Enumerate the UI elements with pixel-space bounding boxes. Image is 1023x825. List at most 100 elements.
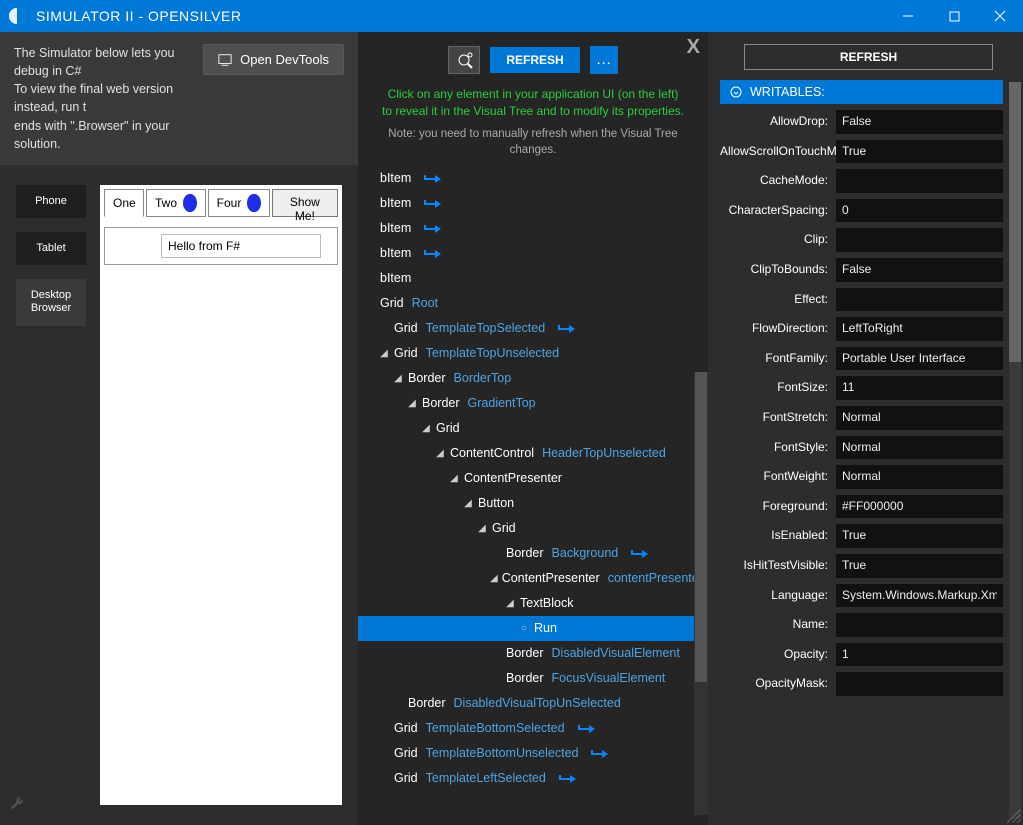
property-value[interactable] [836, 110, 1003, 134]
tree-node[interactable]: BorderDisabledVisualTopUnSelected [358, 691, 708, 716]
tree-node[interactable]: bItem [358, 266, 708, 291]
property-label: Name: [720, 613, 836, 631]
writables-header[interactable]: WRITABLES: [720, 80, 1003, 104]
tree-node[interactable]: bItem [358, 241, 708, 266]
more-options-button[interactable]: … [590, 46, 618, 74]
expand-icon[interactable]: ◢ [406, 398, 418, 409]
property-value[interactable] [836, 376, 1003, 400]
property-row: Foreground: [720, 495, 1003, 519]
tree-node[interactable]: ◢ContentControlHeaderTopUnselected [358, 441, 708, 466]
property-value[interactable] [836, 228, 1003, 252]
property-label: Clip: [720, 228, 836, 246]
property-row: CharacterSpacing: [720, 199, 1003, 223]
tree-node[interactable]: GridTemplateBottomSelected [358, 716, 708, 741]
property-value[interactable] [836, 406, 1003, 430]
flow-icon [423, 221, 445, 235]
writables-label: WRITABLES: [750, 85, 825, 99]
device-phone-button[interactable]: Phone [16, 185, 86, 218]
property-value[interactable] [836, 288, 1003, 312]
wrench-icon[interactable] [10, 794, 28, 812]
expand-icon[interactable]: ◢ [490, 573, 498, 584]
tree-node[interactable]: GridRoot [358, 291, 708, 316]
property-value[interactable] [836, 258, 1003, 282]
flow-icon [630, 546, 652, 560]
tree-node[interactable]: GridTemplateTopSelected [358, 316, 708, 341]
node-type: Border [422, 396, 460, 410]
property-value[interactable] [836, 643, 1003, 667]
property-value[interactable] [836, 584, 1003, 608]
tree-node[interactable]: ◢ContentPresenter [358, 466, 708, 491]
property-value[interactable] [836, 199, 1003, 223]
property-value[interactable] [836, 613, 1003, 637]
property-value[interactable] [836, 465, 1003, 489]
property-value[interactable] [836, 524, 1003, 548]
expand-icon[interactable]: ◢ [420, 423, 432, 434]
simulator-canvas[interactable]: One Two Four Show Me! Hello from F# [100, 185, 342, 805]
property-value[interactable] [836, 672, 1003, 696]
tree-node[interactable]: ○Run [358, 616, 708, 641]
tree-node[interactable]: bItem [358, 166, 708, 191]
props-scroll-thumb[interactable] [1009, 82, 1021, 362]
property-value[interactable] [836, 140, 1003, 164]
minimize-button[interactable] [885, 0, 931, 32]
visual-tree-panel: X REFRESH … Click on any element in your… [358, 32, 708, 825]
tree-node[interactable]: bItem [358, 191, 708, 216]
property-value[interactable] [836, 317, 1003, 341]
property-row: FontWeight: [720, 465, 1003, 489]
property-value[interactable] [836, 554, 1003, 578]
tree-node[interactable]: ◢Button [358, 491, 708, 516]
expand-icon[interactable]: ◢ [504, 598, 516, 609]
property-row: OpacityMask: [720, 672, 1003, 696]
visual-tree[interactable]: bItembItembItembItembItemGridRootGridTem… [358, 166, 708, 825]
resize-grip-icon[interactable] [1007, 809, 1021, 823]
tab-two[interactable]: Two [146, 189, 206, 217]
refresh-tree-button[interactable]: REFRESH [490, 47, 579, 73]
refresh-props-button[interactable]: REFRESH [744, 44, 993, 70]
tree-node[interactable]: ◢TextBlock [358, 591, 708, 616]
expand-icon[interactable]: ◢ [448, 473, 460, 484]
node-type: Grid [380, 296, 404, 310]
tree-node[interactable]: BorderBackground [358, 541, 708, 566]
tree-note-text: Note: you need to manually refresh when … [358, 126, 708, 166]
tree-node[interactable]: ◢ContentPresentercontentPresenter [358, 566, 708, 591]
tree-node[interactable]: ◢BorderGradientTop [358, 391, 708, 416]
property-value[interactable] [836, 169, 1003, 193]
expand-icon[interactable]: ◢ [462, 498, 474, 509]
property-row: Opacity: [720, 643, 1003, 667]
tab-one[interactable]: One [104, 189, 144, 217]
device-desktop-button[interactable]: Desktop Browser [16, 279, 86, 325]
flow-icon [557, 321, 579, 335]
maximize-button[interactable] [931, 0, 977, 32]
expand-icon[interactable]: ◢ [434, 448, 446, 459]
tree-node[interactable]: bItem [358, 216, 708, 241]
expand-icon[interactable]: ○ [518, 623, 530, 634]
expand-icon[interactable]: ◢ [392, 373, 404, 384]
collapse-icon [730, 86, 742, 98]
tree-node[interactable]: ◢BorderBorderTop [358, 366, 708, 391]
pick-element-button[interactable] [448, 46, 480, 74]
tree-node[interactable]: ◢Grid [358, 516, 708, 541]
tree-node[interactable]: GridTemplateBottomUnselected [358, 741, 708, 766]
node-type: bItem [380, 271, 411, 285]
expand-icon[interactable]: ◢ [476, 523, 488, 534]
tree-node[interactable]: ◢GridTemplateTopUnselected [358, 341, 708, 366]
node-name: BorderTop [454, 371, 512, 385]
property-row: AllowDrop: [720, 110, 1003, 134]
tree-node[interactable]: ◢Grid [358, 416, 708, 441]
tree-scrollbar[interactable] [694, 372, 708, 815]
tab-four[interactable]: Four [208, 189, 270, 217]
tree-node[interactable]: GridTemplateLeftSelected [358, 766, 708, 791]
tree-node[interactable]: BorderFocusVisualElement [358, 666, 708, 691]
open-devtools-button[interactable]: Open DevTools [203, 44, 344, 75]
show-me-button[interactable]: Show Me! [272, 189, 338, 217]
close-button[interactable] [977, 0, 1023, 32]
property-value[interactable] [836, 436, 1003, 460]
device-tablet-button[interactable]: Tablet [16, 232, 86, 265]
property-label: AllowScrollOnTouchMove: [720, 140, 836, 158]
property-value[interactable] [836, 495, 1003, 519]
tree-scroll-thumb[interactable] [695, 372, 707, 682]
property-value[interactable] [836, 347, 1003, 371]
tree-node[interactable]: BorderDisabledVisualElement [358, 641, 708, 666]
expand-icon[interactable]: ◢ [378, 348, 390, 359]
property-row: FontStretch: [720, 406, 1003, 430]
